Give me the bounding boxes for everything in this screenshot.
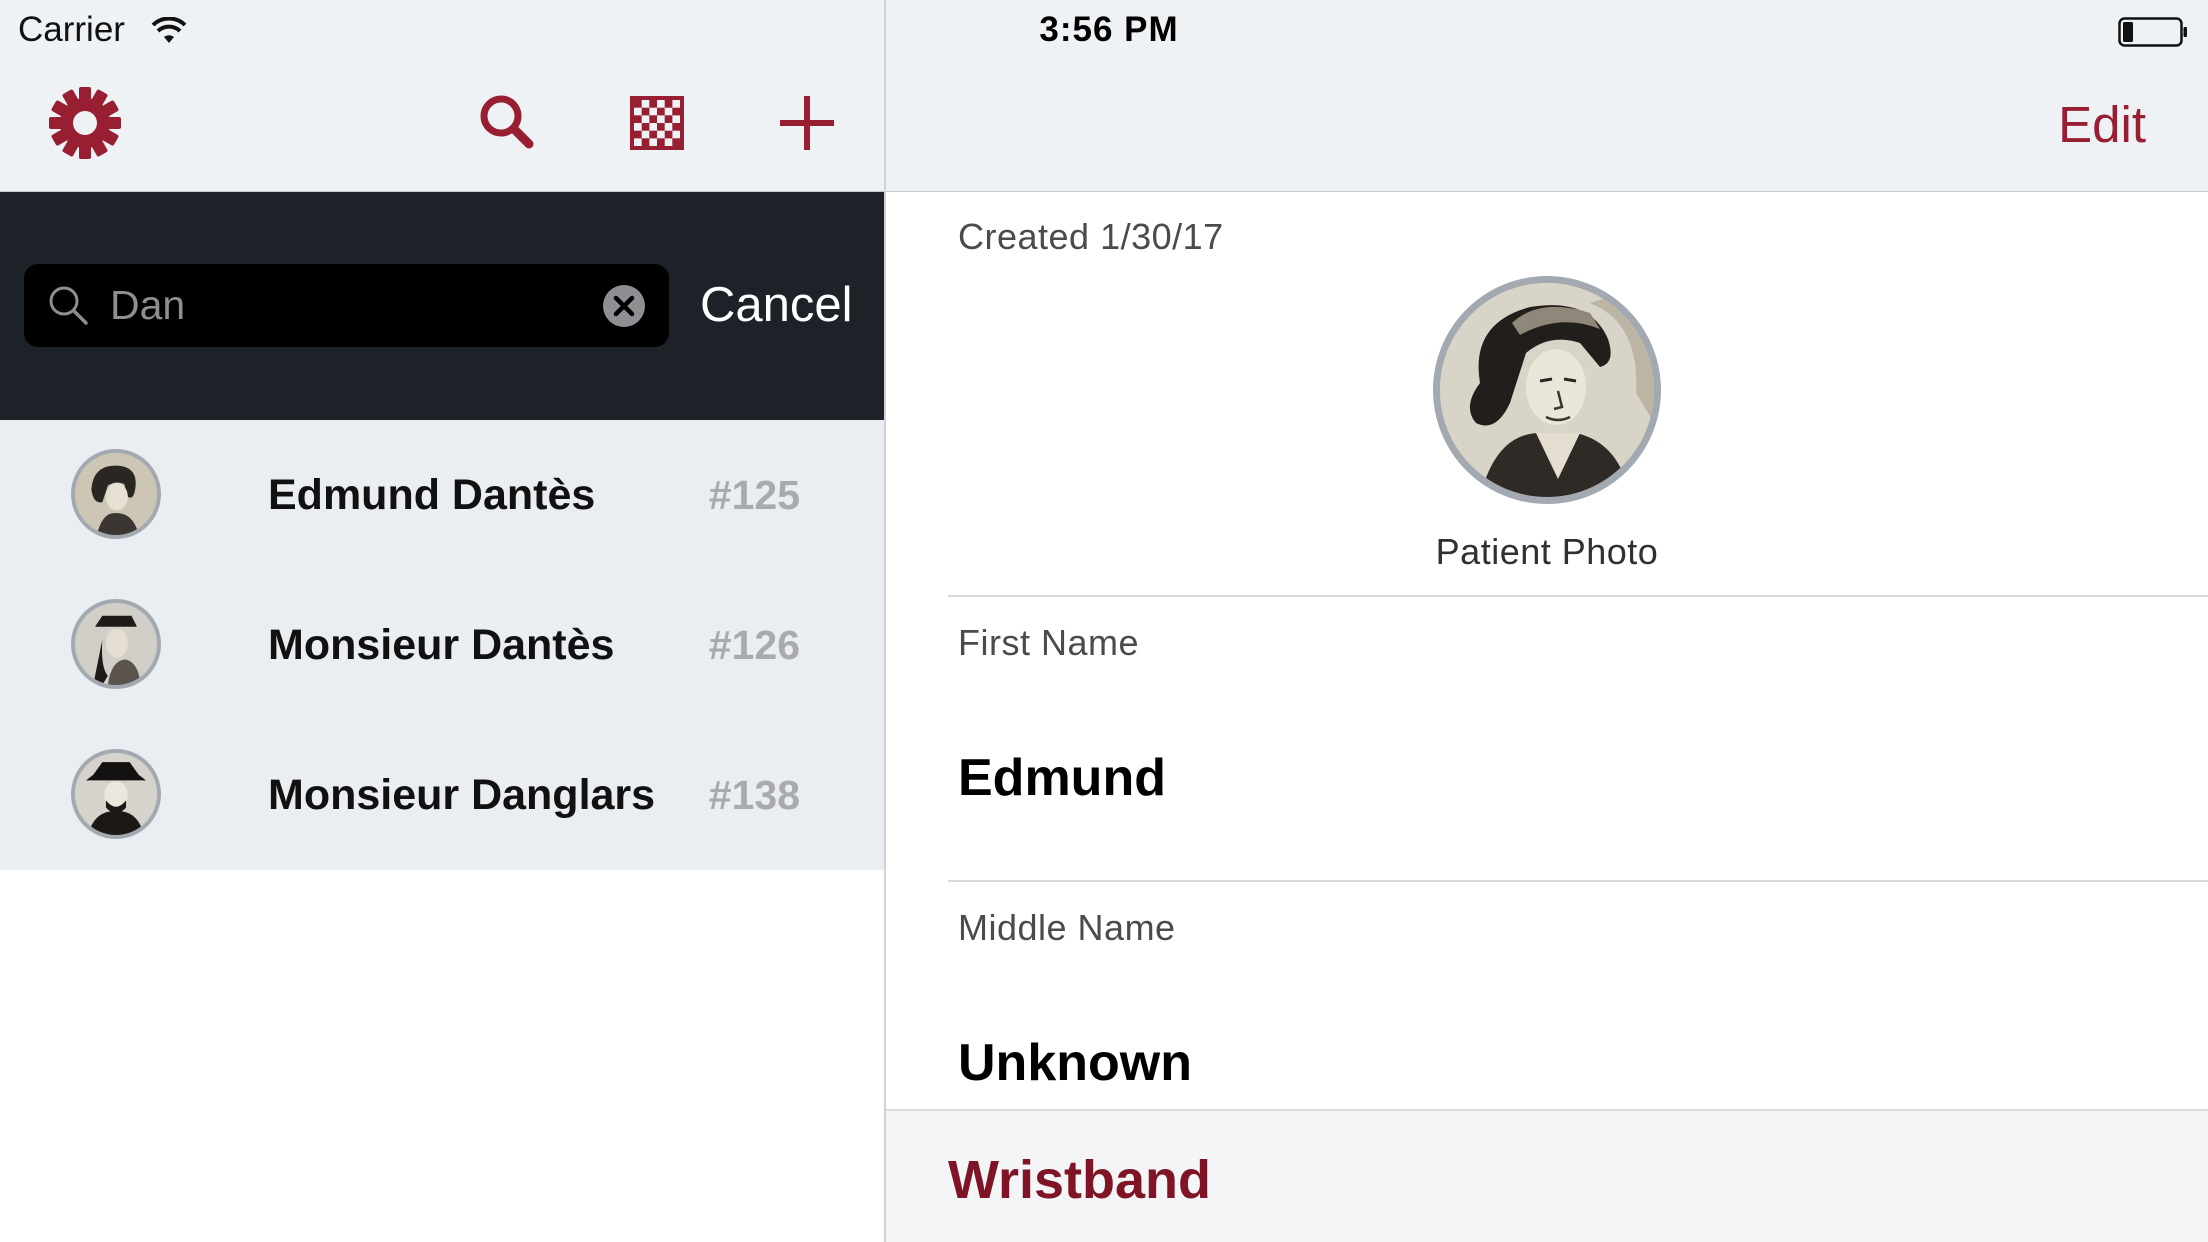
- search-results-list: Edmund Dantès #125 Monsieur Dantès #126: [0, 420, 884, 870]
- avatar: [71, 749, 161, 839]
- created-date: Created 1/30/17: [958, 216, 1224, 257]
- split-divider: [884, 0, 886, 1242]
- magnifier-icon: [49, 286, 88, 325]
- gear-icon: [49, 87, 121, 159]
- search-field[interactable]: [24, 264, 669, 347]
- clear-search-button[interactable]: [602, 284, 646, 328]
- search-bar: Cancel: [0, 192, 884, 420]
- patient-number: #138: [708, 772, 800, 818]
- status-bar: Carrier 3:56 PM: [0, 0, 2208, 62]
- plus-icon: [780, 96, 834, 150]
- divider: [948, 880, 2208, 882]
- search-input[interactable]: [110, 264, 590, 347]
- middle-name-value: Unknown: [958, 1034, 1192, 1092]
- patient-number: #125: [708, 472, 800, 518]
- scan-button[interactable]: [620, 86, 694, 160]
- middle-name-label: Middle Name: [958, 907, 1176, 948]
- cancel-search-button[interactable]: Cancel: [700, 264, 853, 347]
- patient-name: Monsieur Danglars: [268, 771, 656, 819]
- patient-detail-pane: Edit Created 1/30/17 Patient Photo First…: [886, 0, 2208, 1242]
- patient-list-pane: Cancel Edmund Dantès #125: [0, 0, 884, 1242]
- search-button[interactable]: [471, 86, 545, 160]
- avatar: [71, 449, 161, 539]
- divider: [948, 595, 2208, 597]
- list-item[interactable]: Monsieur Dantès #126: [0, 570, 884, 720]
- wristband-section: Wristband: [886, 1109, 2208, 1242]
- patient-name: Edmund Dantès: [268, 471, 596, 519]
- avatar: [71, 599, 161, 689]
- wristband-title[interactable]: Wristband: [948, 1149, 1211, 1211]
- settings-button[interactable]: [48, 86, 122, 160]
- clock: 3:56 PM: [1039, 10, 1179, 49]
- search-icon: [480, 95, 534, 149]
- checkerboard-icon: [630, 96, 684, 150]
- clear-icon: [603, 285, 645, 327]
- list-item[interactable]: Monsieur Danglars #138: [0, 720, 884, 870]
- patient-photo[interactable]: [1433, 276, 1661, 504]
- add-patient-button[interactable]: [770, 86, 844, 160]
- battery-icon: [2118, 16, 2188, 47]
- list-item[interactable]: Edmund Dantès #125: [0, 420, 884, 570]
- first-name-value: Edmund: [958, 749, 1166, 807]
- first-name-label: First Name: [958, 622, 1140, 663]
- edit-button[interactable]: Edit: [2058, 95, 2146, 154]
- photo-caption: Patient Photo: [1435, 531, 1659, 572]
- patient-number: #126: [708, 622, 800, 668]
- patient-name: Monsieur Dantès: [268, 621, 615, 669]
